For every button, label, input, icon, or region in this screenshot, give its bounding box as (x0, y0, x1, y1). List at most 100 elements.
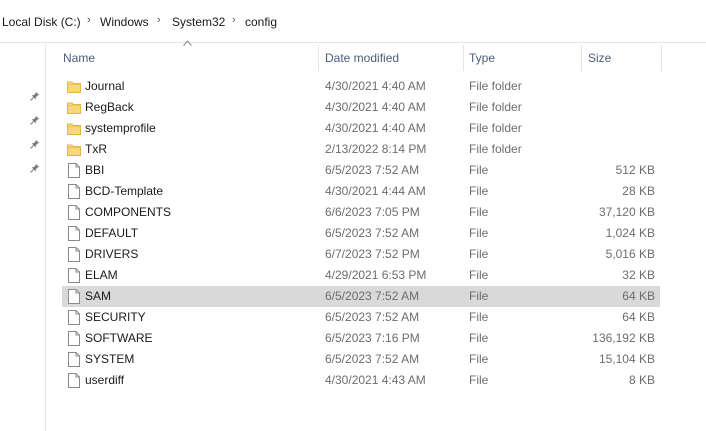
file-name: DEFAULT (85, 226, 139, 240)
date-modified: 4/30/2021 4:40 AM (325, 121, 426, 135)
column-divider[interactable] (581, 45, 582, 71)
file-size: 136,192 KB (592, 331, 655, 345)
file-name: userdiff (85, 373, 125, 387)
column-header-type[interactable]: Type (469, 43, 495, 73)
file-type: File (469, 247, 489, 261)
file-name: SECURITY (85, 310, 146, 324)
file-icon (67, 289, 81, 304)
date-modified: 6/5/2023 7:52 AM (325, 163, 420, 177)
pin-icon[interactable] (28, 139, 40, 151)
file-type: File (469, 268, 489, 282)
date-modified: 6/5/2023 7:52 AM (325, 310, 420, 324)
breadcrumb-separator-icon[interactable]: › (157, 14, 161, 26)
file-type: File (469, 289, 489, 303)
file-name: SYSTEM (85, 352, 135, 366)
folder-icon (67, 121, 81, 136)
date-modified: 6/5/2023 7:52 AM (325, 352, 420, 366)
file-icon (67, 352, 81, 367)
column-header: Name Date modified Type Size (46, 43, 706, 73)
file-icon (67, 205, 81, 220)
file-list: Journal 4/30/2021 4:40 AM File folder RegBa… (62, 76, 660, 391)
file-size: 5,016 KB (605, 247, 655, 261)
list-item[interactable]: COMPONENTS 6/6/2023 7:05 PM File 37,120 KB (62, 202, 660, 223)
folder-icon (67, 100, 81, 115)
file-name: Journal (85, 79, 125, 93)
list-item[interactable]: BCD-Template 4/30/2021 4:44 AM File 28 KB (62, 181, 660, 202)
file-name: BBI (85, 163, 105, 177)
list-item[interactable]: userdiff 4/30/2021 4:43 AM File 8 KB (62, 370, 660, 391)
file-name: SAM (85, 289, 112, 303)
file-type: File folder (469, 100, 522, 114)
navigation-pane (0, 43, 46, 431)
date-modified: 6/5/2023 7:52 AM (325, 289, 420, 303)
file-type: File folder (469, 121, 522, 135)
date-modified: 4/30/2021 4:44 AM (325, 184, 426, 198)
file-icon (67, 331, 81, 346)
date-modified: 6/5/2023 7:52 AM (325, 226, 420, 240)
list-item[interactable]: TxR 2/13/2022 8:14 PM File folder (62, 139, 660, 160)
column-divider[interactable] (661, 45, 662, 71)
file-name: DRIVERS (85, 247, 139, 261)
file-size: 1,024 KB (605, 226, 655, 240)
list-item[interactable]: Journal 4/30/2021 4:40 AM File folder (62, 76, 660, 97)
breadcrumb-item-windows[interactable]: Windows (100, 15, 149, 29)
file-type: File (469, 205, 489, 219)
list-item[interactable]: DEFAULT 6/5/2023 7:52 AM File 1,024 KB (62, 223, 660, 244)
list-item[interactable]: SYSTEM 6/5/2023 7:52 AM File 15,104 KB (62, 349, 660, 370)
file-icon (67, 373, 81, 388)
file-icon (67, 310, 81, 325)
file-icon (67, 268, 81, 283)
file-type: File (469, 310, 489, 324)
file-type: File (469, 163, 489, 177)
date-modified: 6/6/2023 7:05 PM (325, 205, 420, 219)
list-item[interactable]: ELAM 4/29/2021 6:53 PM File 32 KB (62, 265, 660, 286)
file-type: File (469, 352, 489, 366)
date-modified: 4/30/2021 4:40 AM (325, 79, 426, 93)
file-icon (67, 184, 81, 199)
file-size: 28 KB (622, 184, 655, 198)
file-name: COMPONENTS (85, 205, 172, 219)
list-item[interactable]: SECURITY 6/5/2023 7:52 AM File 64 KB (62, 307, 660, 328)
file-icon (67, 163, 81, 178)
list-item[interactable]: RegBack 4/30/2021 4:40 AM File folder (62, 97, 660, 118)
file-size: 37,120 KB (598, 205, 655, 219)
file-type: File (469, 184, 489, 198)
date-modified: 6/5/2023 7:16 PM (325, 331, 420, 345)
file-name: SOFTWARE (85, 331, 153, 345)
column-header-size[interactable]: Size (588, 43, 611, 73)
breadcrumb-item-system32[interactable]: System32 (172, 15, 225, 29)
column-header-date-modified[interactable]: Date modified (325, 43, 399, 73)
column-divider[interactable] (463, 45, 464, 71)
file-size: 64 KB (622, 310, 655, 324)
pin-icon[interactable] (28, 91, 40, 103)
file-name: RegBack (85, 100, 134, 114)
file-type: File folder (469, 142, 522, 156)
list-item[interactable]: BBI 6/5/2023 7:52 AM File 512 KB (62, 160, 660, 181)
breadcrumb-separator-icon[interactable]: › (87, 14, 91, 26)
breadcrumb-separator-icon[interactable]: › (232, 14, 236, 26)
column-divider[interactable] (318, 45, 319, 71)
pin-icon[interactable] (28, 163, 40, 175)
column-header-name[interactable]: Name (63, 43, 95, 73)
breadcrumb-item-local-disk[interactable]: Local Disk (C:) (2, 15, 81, 29)
date-modified: 4/30/2021 4:43 AM (325, 373, 426, 387)
file-icon (67, 247, 81, 262)
breadcrumb-item-config[interactable]: config (245, 15, 277, 29)
date-modified: 2/13/2022 8:14 PM (325, 142, 427, 156)
file-name: BCD-Template (85, 184, 164, 198)
folder-icon (67, 142, 81, 157)
pin-icon[interactable] (28, 115, 40, 127)
file-type: File folder (469, 79, 522, 93)
file-size: 512 KB (615, 163, 655, 177)
list-item[interactable]: DRIVERS 6/7/2023 7:52 PM File 5,016 KB (62, 244, 660, 265)
file-name: systemprofile (85, 121, 156, 135)
file-type: File (469, 226, 489, 240)
file-size: 64 KB (622, 289, 655, 303)
file-size: 8 KB (628, 373, 655, 387)
list-item[interactable]: SAM 6/5/2023 7:52 AM File 64 KB (62, 286, 660, 307)
folder-icon (67, 79, 81, 94)
file-icon (67, 226, 81, 241)
list-item[interactable]: systemprofile 4/30/2021 4:40 AM File folde… (62, 118, 660, 139)
date-modified: 6/7/2023 7:52 PM (325, 247, 420, 261)
list-item[interactable]: SOFTWARE 6/5/2023 7:16 PM File 136,192 KB (62, 328, 660, 349)
